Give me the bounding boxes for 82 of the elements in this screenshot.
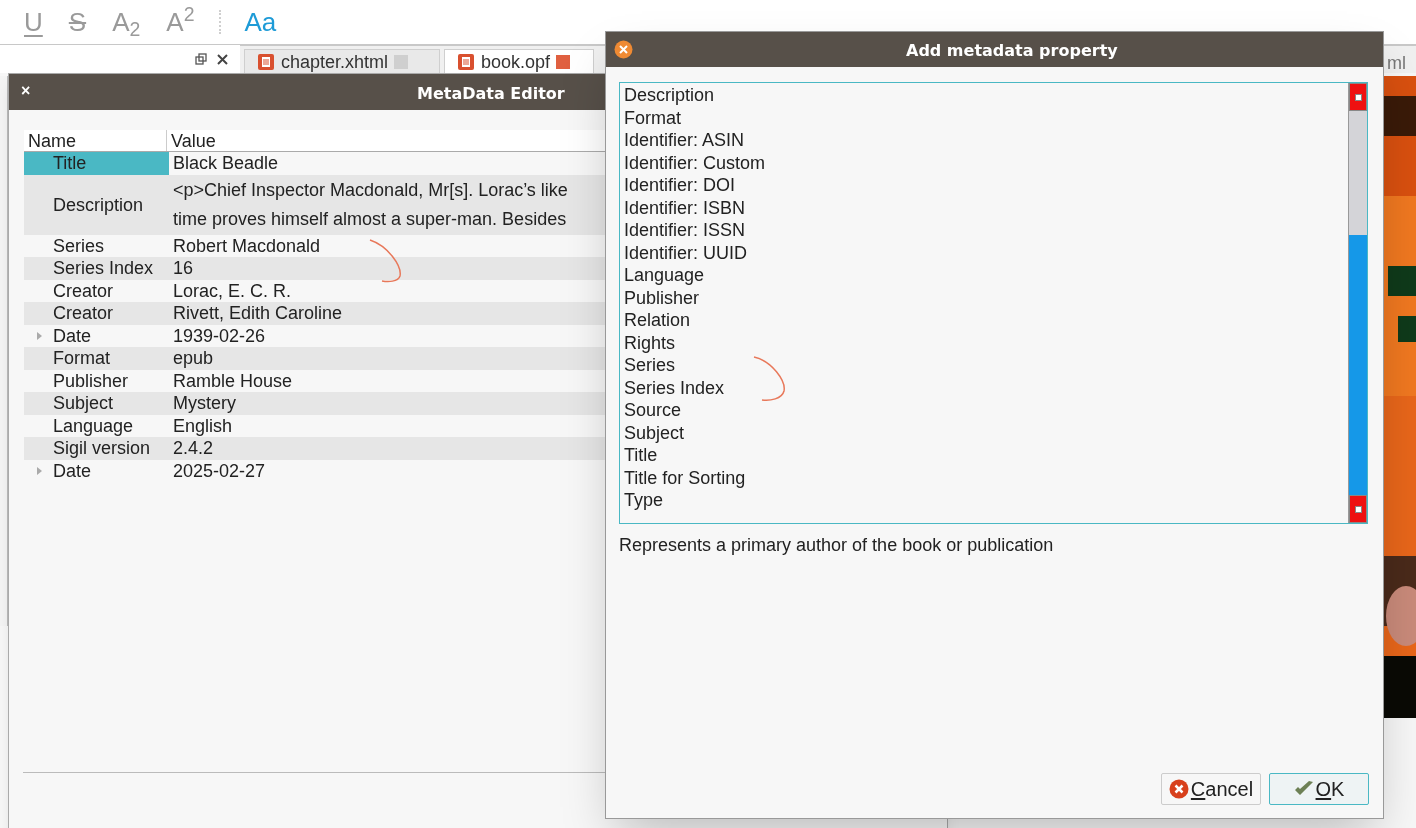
property-name: Title	[53, 152, 87, 175]
cancel-icon	[1168, 779, 1189, 799]
list-item[interactable]: Rights	[624, 331, 1348, 354]
list-item[interactable]: Identifier: DOI	[624, 174, 1348, 197]
property-name: Date	[53, 324, 92, 347]
close-icon[interactable]	[217, 53, 228, 65]
list-item[interactable]: Identifier: UUID	[624, 241, 1348, 264]
name-cell[interactable]: Series Index	[24, 257, 169, 280]
scrollbar[interactable]	[1348, 83, 1367, 523]
list-item[interactable]: Source	[624, 399, 1348, 422]
name-cell[interactable]: Date	[24, 324, 169, 347]
editor-tab[interactable]: chapter.xhtml	[244, 49, 440, 73]
list-item[interactable]: Relation	[624, 309, 1348, 332]
value-cell-text: <p>Chief Inspector Macdonald, Mr[s]. Lorac’s like time proves himself almost a super-man. Besides	[172, 178, 568, 231]
property-name: Sigil version	[53, 437, 151, 460]
name-cell[interactable]: Creator	[24, 279, 169, 302]
name-cell[interactable]: Language	[24, 414, 169, 437]
tab-label: book.opf	[481, 53, 551, 71]
name-cell[interactable]: Format	[24, 347, 169, 370]
list-item[interactable]: Publisher	[624, 286, 1348, 309]
name-cell[interactable]: Series	[24, 234, 169, 257]
dialog-title: Add metadata property	[906, 40, 1118, 62]
property-name: Series	[53, 234, 105, 257]
value-cell-text: Lorac, E. C. R.	[172, 279, 292, 302]
value-cell-text: Ramble House	[172, 369, 293, 392]
property-name: Publisher	[53, 369, 129, 392]
value-cell-text: epub	[172, 347, 214, 370]
close-button[interactable]: ×	[21, 82, 31, 100]
value-cell-text: 1939-02-26	[172, 324, 266, 347]
value-cell-text: 2.4.2	[172, 437, 214, 460]
tab-close-icon[interactable]	[556, 55, 571, 69]
value-cell-text: Black Beadle	[172, 152, 279, 175]
cancel-button[interactable]: Cancel	[1161, 773, 1261, 805]
document-icon	[257, 53, 275, 71]
property-name: Subject	[53, 392, 114, 415]
list-item[interactable]: Description	[624, 84, 1348, 107]
list-item[interactable]: Format	[624, 106, 1348, 129]
value-cell-text: English	[172, 414, 233, 437]
list-item[interactable]: Title for Sorting	[624, 466, 1348, 489]
editor-tab[interactable]: book.opf	[444, 49, 594, 73]
hand-drawn-bracket	[752, 355, 788, 403]
list-item[interactable]: Type	[624, 489, 1348, 512]
property-list[interactable]	[619, 82, 1368, 524]
list-item[interactable]: Subject	[624, 421, 1348, 444]
name-cell[interactable]: Creator	[24, 302, 169, 325]
property-name: Description	[53, 193, 144, 216]
name-cell[interactable]: Subject	[24, 392, 169, 415]
list-item[interactable]: Series	[624, 354, 1348, 377]
property-name: Series Index	[53, 257, 154, 280]
list-item[interactable]: Title	[624, 444, 1348, 467]
property-name: Creator	[53, 302, 114, 325]
window-title: MetaData Editor	[417, 83, 565, 105]
name-cell[interactable]: Description	[24, 174, 169, 235]
name-cell[interactable]: Sigil version	[24, 437, 169, 460]
tab-label: ml	[1387, 52, 1406, 75]
name-cell[interactable]: Title	[24, 152, 169, 175]
close-icon[interactable]	[614, 40, 633, 59]
value-cell-text: Rivett, Edith Caroline	[172, 302, 343, 325]
property-name: Date	[53, 459, 92, 482]
property-name: Language	[53, 414, 134, 437]
value-cell-text: Robert Macdonald	[172, 234, 321, 257]
name-cell[interactable]: Publisher	[24, 369, 169, 392]
list-item[interactable]: Identifier: Custom	[624, 151, 1348, 174]
expand-arrow-icon[interactable]	[34, 466, 43, 475]
float-icon[interactable]	[195, 53, 207, 65]
list-item[interactable]: Language	[624, 264, 1348, 287]
property-name: Format	[53, 347, 110, 370]
column-header[interactable]: Name	[24, 130, 167, 151]
expand-arrow-icon[interactable]	[34, 331, 43, 340]
document-icon	[457, 53, 475, 71]
value-cell-text: 2025-02-27	[172, 459, 266, 482]
property-name: Creator	[53, 279, 114, 302]
list-item[interactable]: Identifier: ISBN	[624, 196, 1348, 219]
property-description: Represents a primary author of the book or publication	[619, 534, 1055, 557]
hand-drawn-bracket	[368, 238, 404, 284]
tab-label: chapter.xhtml	[281, 53, 389, 71]
ok-button[interactable]: OK	[1269, 773, 1369, 805]
name-cell[interactable]: Date	[24, 459, 169, 482]
list-item[interactable]: Series Index	[624, 376, 1348, 399]
value-cell-text: Mystery	[172, 392, 236, 415]
value-cell-text: 16	[172, 257, 194, 280]
list-item[interactable]: Identifier: ISSN	[624, 219, 1348, 242]
